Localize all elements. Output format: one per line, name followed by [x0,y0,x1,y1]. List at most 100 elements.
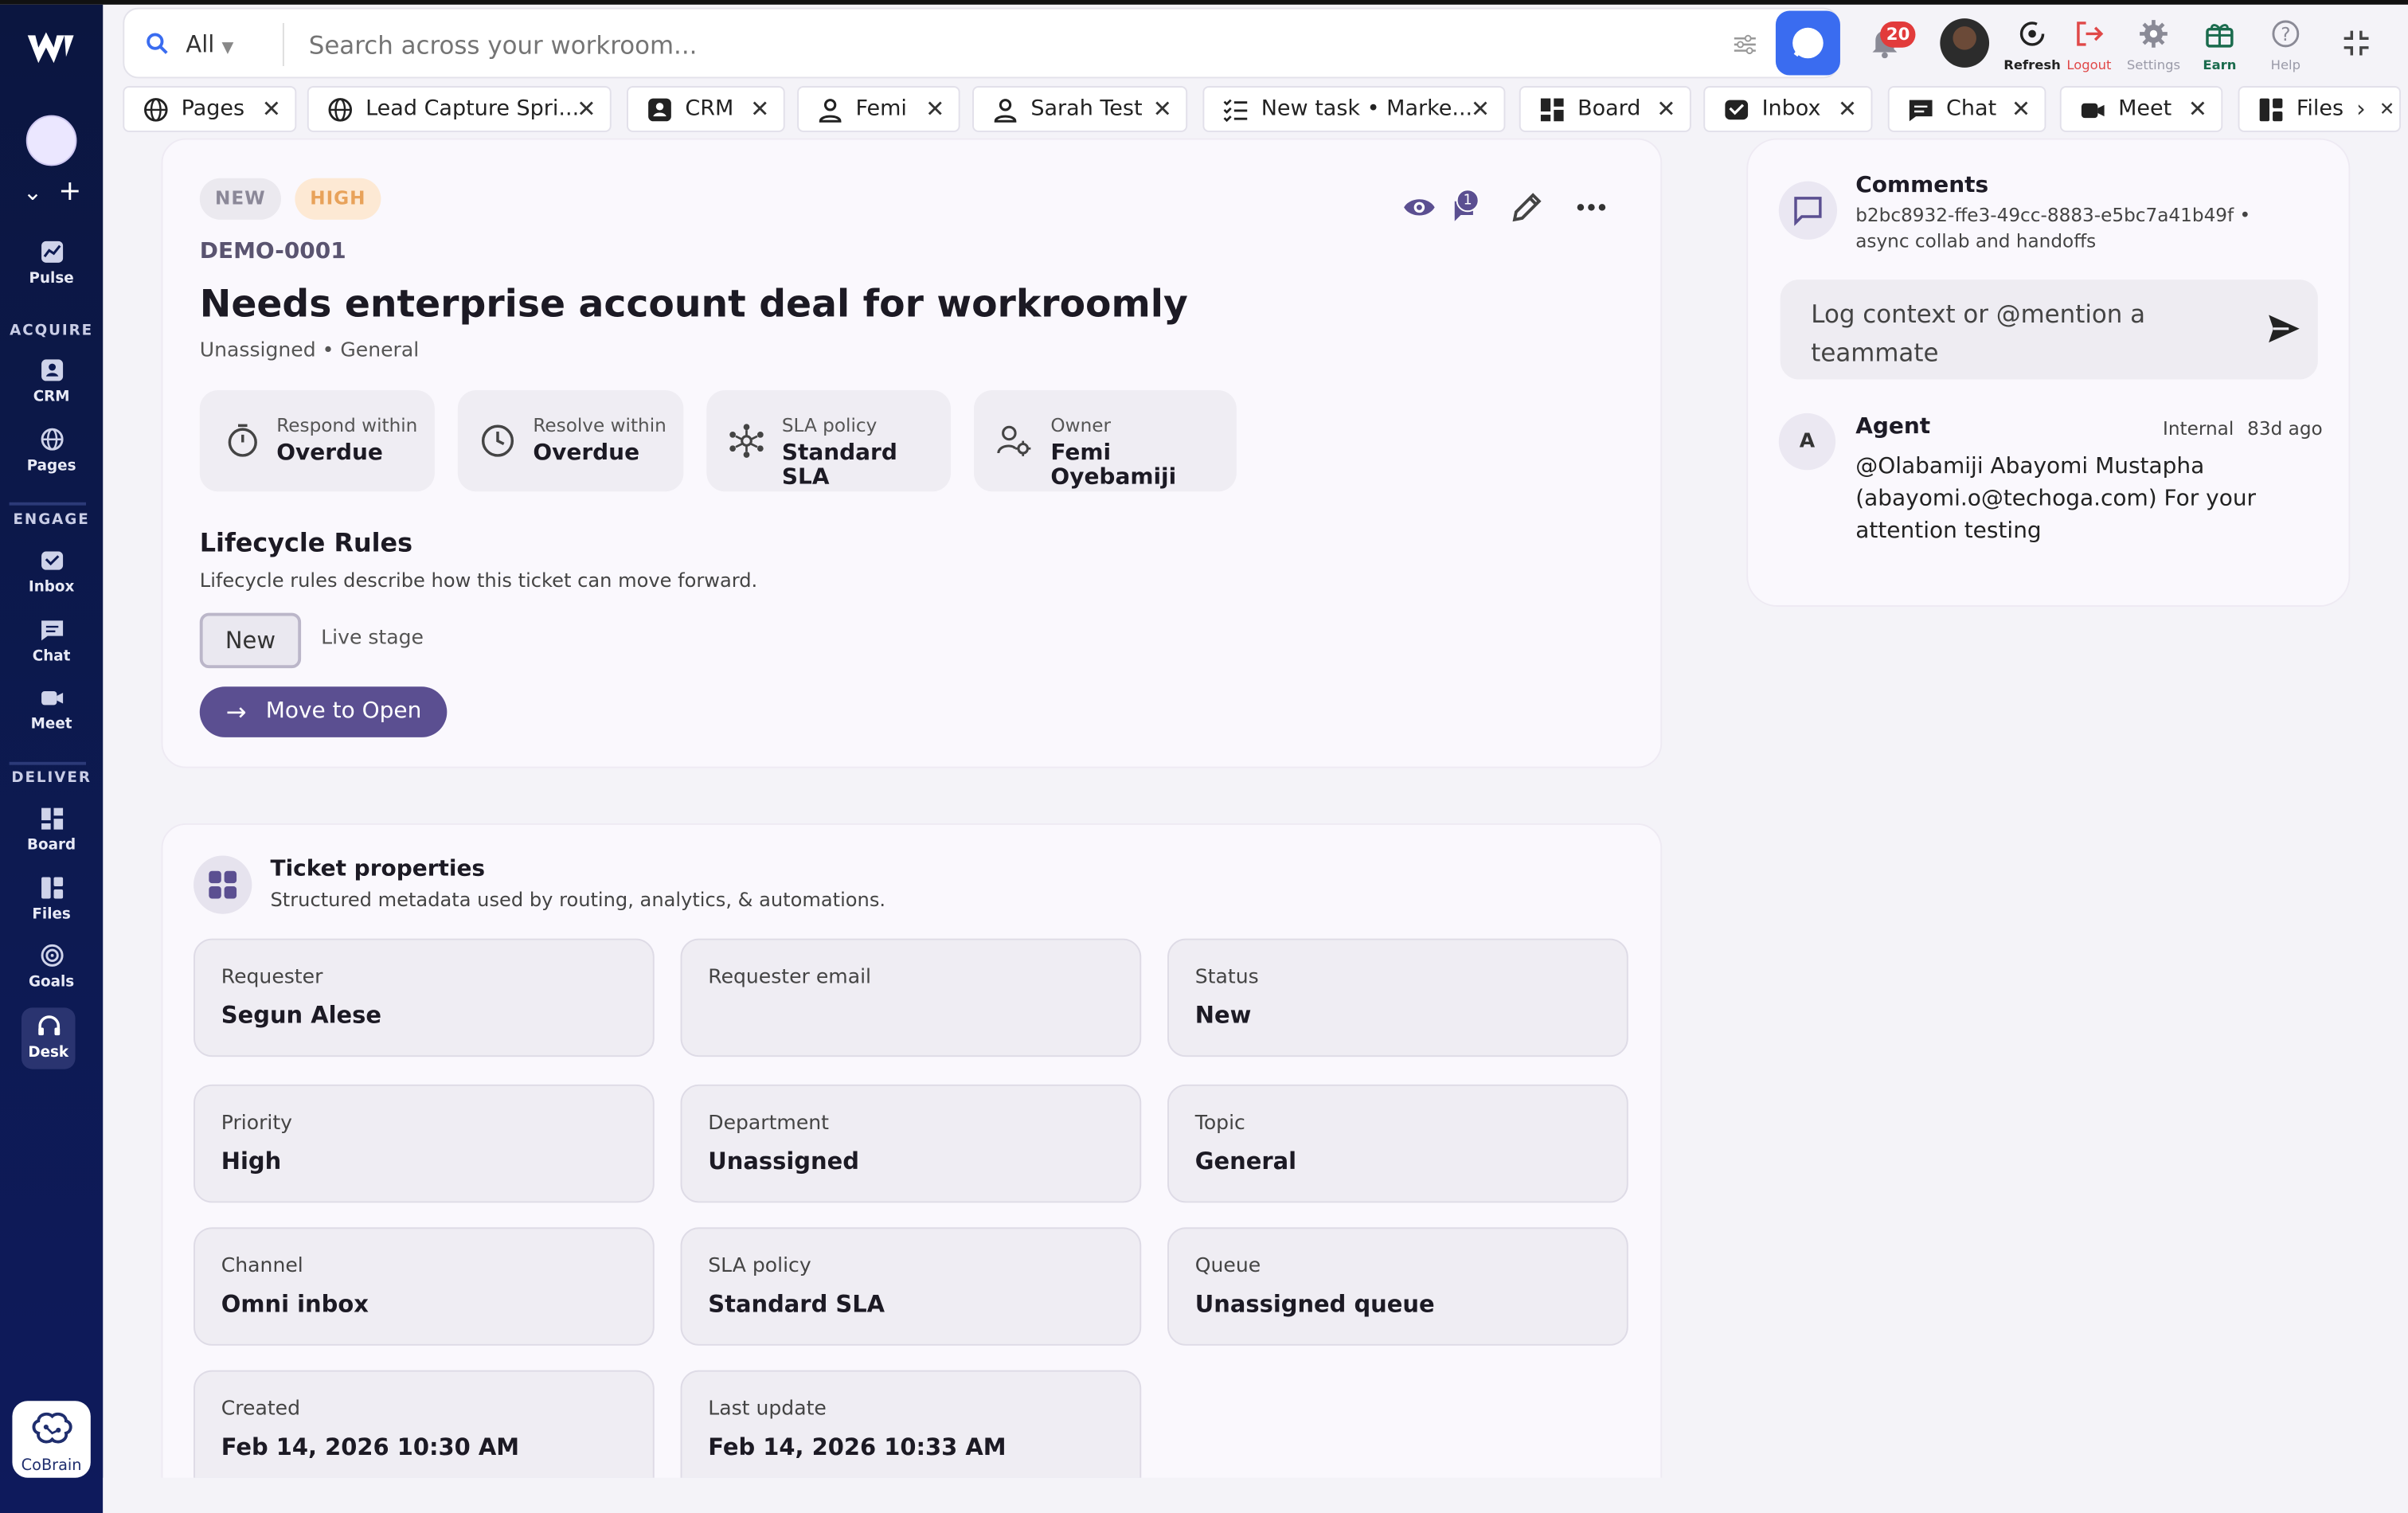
property-requester-email[interactable]: Requester email [680,938,1142,1058]
sidebar-item-pages[interactable]: Pages [0,427,103,475]
sidebar-item-desk[interactable]: Desk [22,1007,76,1069]
workspace-avatar[interactable] [25,115,77,166]
globe-icon [40,428,63,451]
close-icon[interactable]: ✕ [2188,96,2207,123]
edit-pencil-icon[interactable] [1510,190,1543,224]
section-deliver: DELIVER [11,769,92,787]
close-icon[interactable]: ✕ [750,96,769,123]
close-icon[interactable]: ✕ [2011,96,2031,123]
target-icon [40,944,63,967]
sidebar-item-chat[interactable]: Chat [0,617,103,665]
property-label: Created [221,1398,301,1421]
property-label: Priority [221,1112,293,1136]
workroomly-logo[interactable] [25,29,77,69]
close-icon[interactable]: ✕ [1153,96,1172,123]
add-workspace-icon[interactable]: + [58,175,81,208]
tab-label: Files [2296,96,2344,122]
pulse-icon [41,240,63,263]
chevron-right-icon[interactable]: › [2356,96,2366,123]
search-scope-select[interactable]: All ▼ [186,31,233,59]
priority-badge: HIGH [295,178,381,220]
ticket-id: DEMO-0001 [199,239,346,264]
notification-badge[interactable]: 20 [1880,22,1917,48]
board-icon [41,807,63,830]
sidebar-item-crm[interactable]: CRM [0,358,103,405]
comment-visibility: Internal [2163,417,2234,440]
comments-heading: Comments [1855,173,1989,198]
svg-text:?: ? [2281,25,2290,45]
close-icon[interactable]: ✕ [262,96,281,123]
properties-description: Structured metadata used by routing, ana… [270,887,886,911]
eye-icon[interactable] [1402,190,1436,224]
sidebar: ⌄ + Pulse ACQUIRE CRM Pages ENGAGE Inbox… [0,4,104,1513]
tab-pages[interactable]: Pages ✕ [123,86,297,132]
chevron-down-icon[interactable]: ⌄ [23,178,42,206]
filter-sliders-icon[interactable] [1733,33,1757,57]
sla-label: Resolve within [533,414,666,436]
close-icon[interactable]: ✕ [1838,96,1857,123]
close-icon[interactable]: ✕ [577,96,596,123]
sidebar-item-meet[interactable]: Meet [0,685,103,733]
property-queue[interactable]: Queue Unassigned queue [1167,1227,1628,1346]
search-divider [282,22,284,66]
more-options-icon[interactable] [1574,190,1608,224]
board-icon [1540,98,1564,122]
person-icon [994,99,1017,123]
sla-resolve-card: Resolve within Overdue [457,389,684,492]
network-icon [729,424,764,458]
sidebar-item-pulse[interactable]: Pulse [0,240,103,287]
tab-board[interactable]: Board ✕ [1519,86,1691,132]
cobrain-label: CoBrain [21,1457,82,1475]
page-bottom-fade [103,1477,2408,1513]
sidebar-divider [9,761,87,765]
property-status[interactable]: Status New [1167,938,1628,1058]
property-priority[interactable]: Priority High [194,1084,655,1203]
refresh-icon [2019,22,2045,46]
help-label: Help [2270,58,2301,74]
tab-label: New task • Marke... [1261,96,1473,122]
cobrain-button[interactable]: CoBrain [12,1401,91,1478]
close-icon[interactable]: ✕ [1656,96,1675,123]
close-icon[interactable]: ✕ [1471,96,1490,123]
property-label: Topic [1194,1112,1245,1136]
chat-icon [41,620,63,641]
user-avatar[interactable] [1940,18,1990,68]
tab-inbox[interactable]: Inbox ✕ [1703,86,1873,132]
property-department[interactable]: Department Unassigned [680,1084,1142,1203]
send-icon[interactable] [2267,314,2300,345]
sla-value: Standard SLA [781,440,897,491]
sidebar-item-board[interactable]: Board [0,807,103,854]
sidebar-item-label: Chat [32,648,71,666]
search-icon [147,33,168,54]
collapse-icon[interactable] [2341,28,2372,59]
property-channel[interactable]: Channel Omni inbox [194,1227,655,1346]
property-sla-policy[interactable]: SLA policy Standard SLA [680,1227,1142,1346]
tab-femi[interactable]: Femi ✕ [797,86,960,132]
sidebar-item-goals[interactable]: Goals [0,943,103,991]
tab-chat[interactable]: Chat ✕ [1887,86,2046,132]
tab-new-task[interactable]: New task • Marke... ✕ [1202,86,1506,132]
tab-sarah-test[interactable]: Sarah Test ✕ [972,86,1188,132]
close-icon[interactable]: ✕ [925,96,944,123]
ticket-title: Needs enterprise account deal for workro… [199,281,1188,326]
tab-label: Pages [181,96,245,122]
property-topic[interactable]: Topic General [1167,1084,1628,1203]
tab-lead-capture[interactable]: Lead Capture Spri... ✕ [307,86,612,132]
property-requester[interactable]: Requester Segun Alese [194,938,655,1058]
help-button[interactable]: ? Help [2247,18,2324,74]
sidebar-item-files[interactable]: Files [0,876,103,923]
tab-crm[interactable]: CRM ✕ [627,86,785,132]
stage-chip[interactable]: New [199,612,302,669]
search-button[interactable] [1775,10,1840,76]
comment-input[interactable]: Log context or @mention a teammate [1780,280,2318,380]
search-input[interactable] [308,24,1691,65]
user-settings-icon [997,425,1031,456]
sidebar-item-inbox[interactable]: Inbox [0,549,103,596]
move-to-open-button[interactable]: → Move to Open [199,686,448,737]
close-icon[interactable]: ✕ [2379,98,2394,119]
tab-files[interactable]: Files › ✕ [2238,86,2402,132]
arrow-right-icon: → [225,697,247,727]
files-icon [2259,98,2283,122]
crm-icon [648,98,671,122]
tab-meet[interactable]: Meet ✕ [2059,86,2223,132]
